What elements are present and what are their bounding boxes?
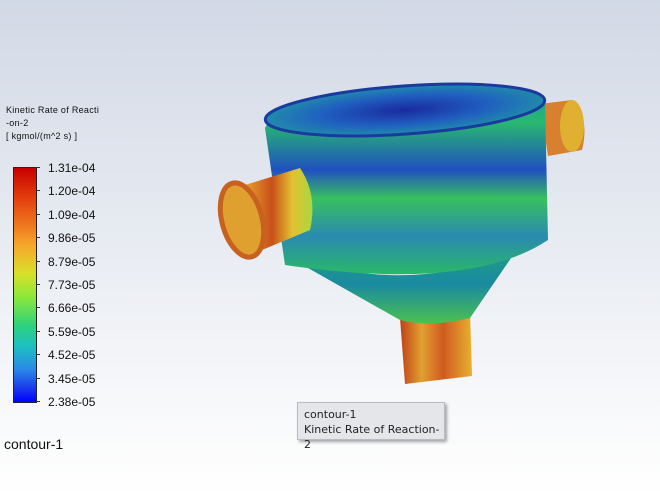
tooltip: contour-1 Kinetic Rate of Reaction-2: [297, 402, 445, 451]
right-inlet-pipe: [540, 100, 585, 156]
tooltip-title: contour-1: [304, 408, 357, 421]
tooltip-field: Kinetic Rate of Reaction-2: [304, 423, 440, 451]
scene-label: contour-1: [4, 436, 64, 452]
